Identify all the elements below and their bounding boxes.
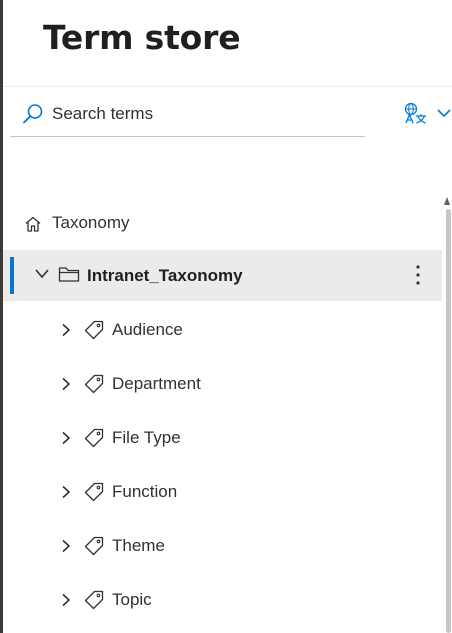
scrollbar-thumb[interactable] xyxy=(446,209,451,633)
chevron-down-icon[interactable] xyxy=(34,268,50,280)
term-set-label: Audience xyxy=(112,320,183,339)
tree-group-label: Intranet_Taxonomy xyxy=(87,266,243,285)
tag-icon xyxy=(84,590,104,610)
chevron-right-icon[interactable] xyxy=(61,377,71,391)
search-box[interactable] xyxy=(10,94,365,137)
window-left-border xyxy=(0,0,3,633)
more-vertical-icon xyxy=(416,265,420,285)
term-set-label: File Type xyxy=(112,428,181,447)
page-title: Term store xyxy=(43,18,241,57)
term-set-label: Theme xyxy=(112,536,165,555)
chevron-down-icon xyxy=(437,109,451,118)
more-options-button[interactable] xyxy=(410,262,426,288)
chevron-right-icon[interactable] xyxy=(61,323,71,337)
header-divider xyxy=(3,86,452,87)
language-translate-icon xyxy=(404,102,426,124)
tag-icon xyxy=(84,482,104,502)
chevron-right-icon[interactable] xyxy=(61,539,71,553)
search-input[interactable] xyxy=(52,102,352,126)
term-set-item[interactable]: File Type xyxy=(55,420,415,456)
scroll-up-arrow-icon[interactable] xyxy=(444,197,450,205)
term-set-item[interactable]: Theme xyxy=(55,528,415,564)
tree-root-label: Taxonomy xyxy=(52,213,130,232)
tag-icon xyxy=(84,320,104,340)
chevron-right-icon[interactable] xyxy=(61,593,71,607)
search-icon xyxy=(23,104,43,124)
language-button[interactable] xyxy=(400,96,452,130)
term-set-label: Function xyxy=(112,482,178,501)
term-set-item[interactable]: Function xyxy=(55,474,415,510)
tag-icon xyxy=(84,536,104,556)
folder-icon xyxy=(58,267,80,282)
term-set-label: Topic xyxy=(112,590,152,609)
tree-root-taxonomy[interactable]: Taxonomy xyxy=(20,208,320,238)
term-set-item[interactable]: Topic xyxy=(55,582,415,618)
chevron-right-icon[interactable] xyxy=(61,485,71,499)
tree-group-intranet-taxonomy[interactable]: Intranet_Taxonomy xyxy=(3,250,442,301)
chevron-right-icon[interactable] xyxy=(61,431,71,445)
tag-icon xyxy=(84,428,104,448)
tag-icon xyxy=(84,374,104,394)
selection-indicator xyxy=(10,257,14,294)
term-set-label: Department xyxy=(112,374,201,393)
home-icon xyxy=(25,216,41,232)
tree-scrollbar[interactable] xyxy=(441,195,452,633)
term-set-item[interactable]: Department xyxy=(55,366,415,402)
term-set-item[interactable]: Audience xyxy=(55,312,415,348)
